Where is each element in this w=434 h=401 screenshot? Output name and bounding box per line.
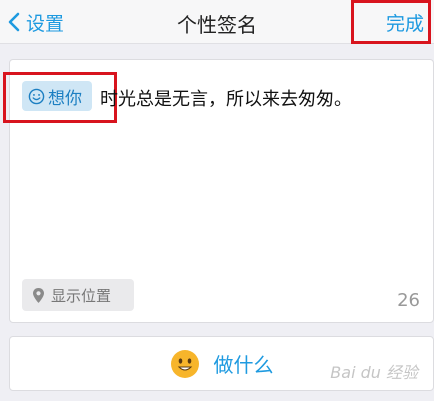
page-title: 个性签名 — [177, 13, 257, 37]
done-button[interactable]: 完成 — [386, 9, 424, 36]
what-to-do-label: 做什么 — [213, 353, 274, 377]
smile-icon — [28, 88, 45, 104]
signature-text-field[interactable]: 时光总是无言，所以来去匆匆。 — [100, 85, 352, 111]
show-location-button[interactable]: 显示位置 — [22, 279, 134, 311]
mood-tag-label: 想你 — [48, 88, 82, 109]
what-to-do-button[interactable]: 做什么 — [9, 336, 434, 391]
show-location-label: 显示位置 — [51, 286, 112, 305]
mood-tag-button[interactable]: 想你 — [22, 81, 92, 111]
location-pin-icon — [33, 287, 44, 303]
character-count: 26 — [397, 290, 420, 311]
navigation-bar: 设置 个性签名 完成 — [0, 0, 434, 44]
smiley-emoji-icon — [170, 349, 199, 378]
